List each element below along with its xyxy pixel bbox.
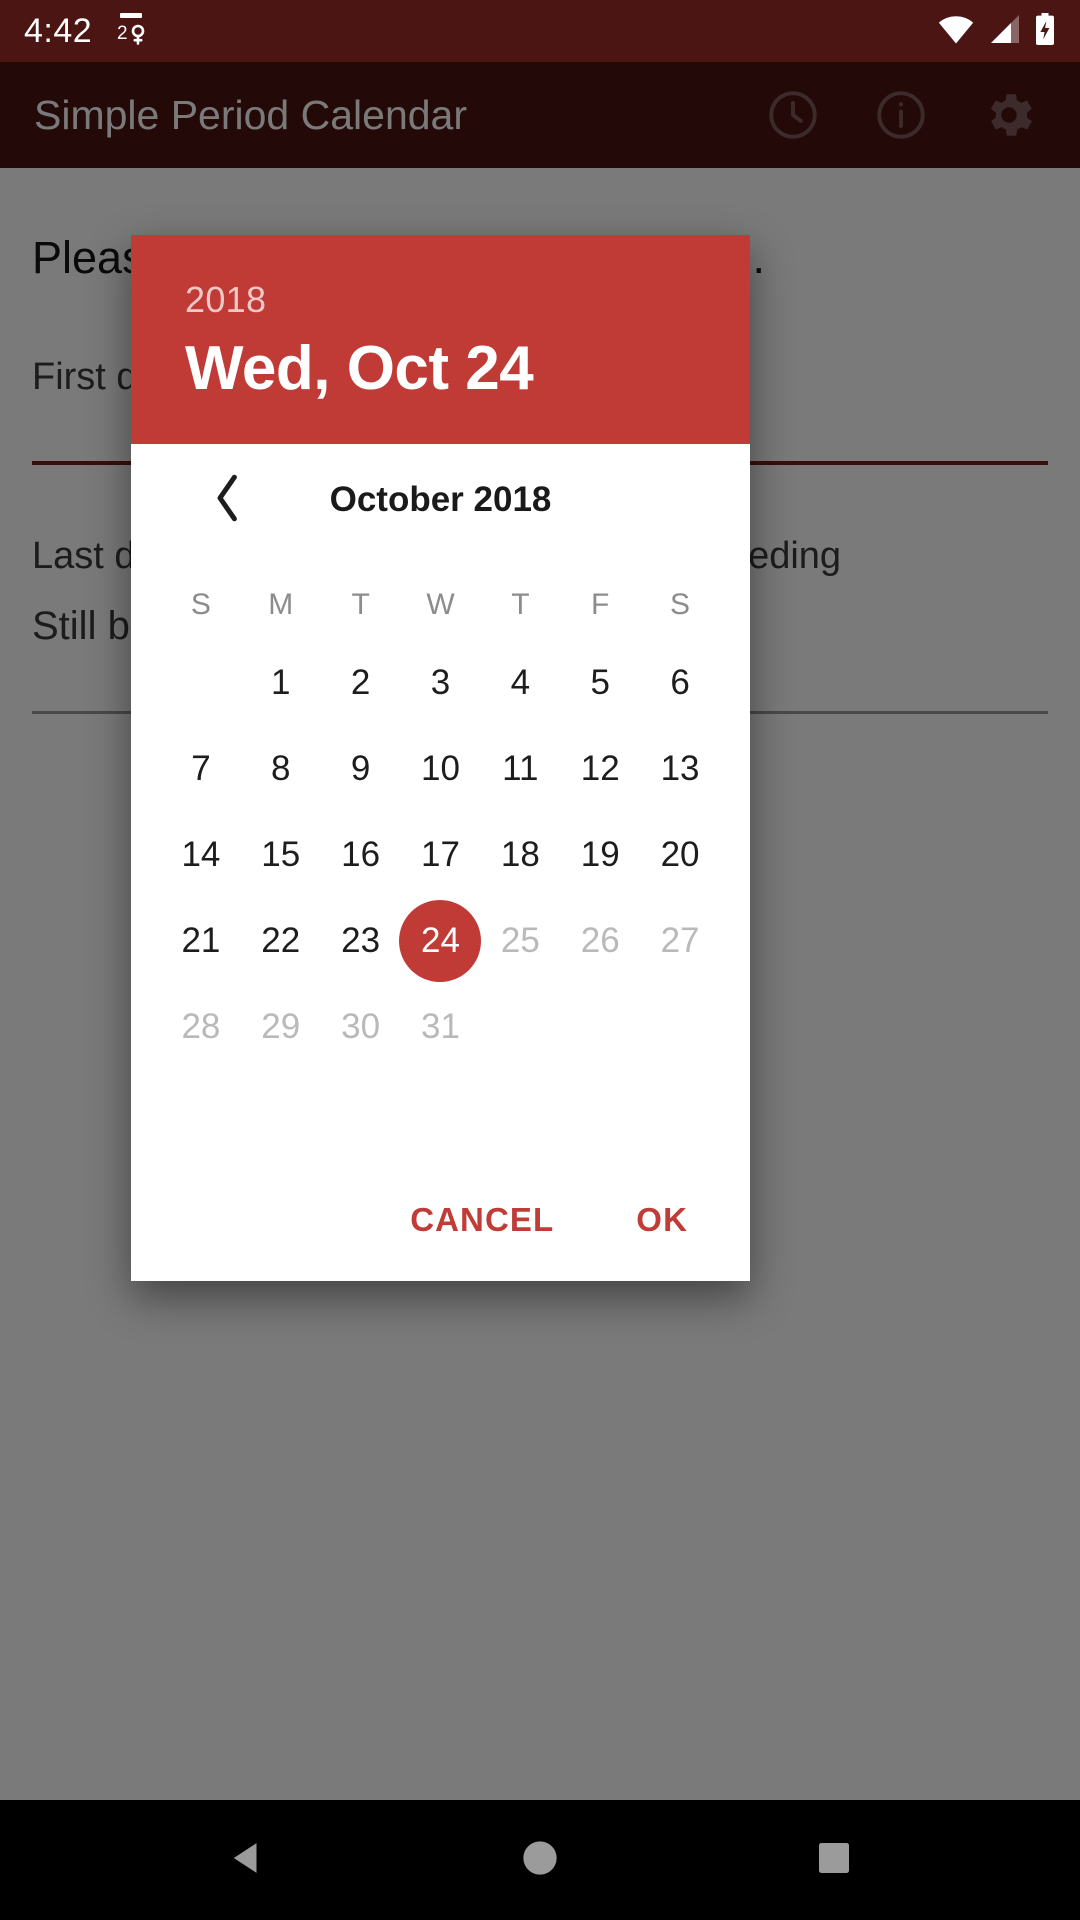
- day-number: 29: [261, 1007, 301, 1046]
- day-number: 13: [660, 749, 700, 788]
- date-picker-dialog: 2018 Wed, Oct 24 October 2018 SMTWTFS 12…: [131, 235, 750, 1281]
- day-number: 4: [510, 663, 531, 702]
- day-number: 21: [181, 921, 221, 960]
- day-number: 9: [350, 749, 371, 788]
- day-number: 23: [341, 921, 381, 960]
- day-cell[interactable]: 9: [321, 726, 401, 812]
- day-cell[interactable]: 4: [480, 640, 560, 726]
- day-cell[interactable]: 22: [241, 898, 321, 984]
- day-cell[interactable]: 20: [640, 812, 720, 898]
- day-number: 14: [181, 835, 221, 874]
- day-number: 31: [421, 1007, 460, 1046]
- weekday-cell: W: [426, 588, 455, 621]
- day-cell[interactable]: 14: [161, 812, 241, 898]
- month-navigation: October 2018: [153, 456, 728, 544]
- day-cell: 28: [161, 984, 241, 1070]
- day-cell[interactable]: 19: [560, 812, 640, 898]
- weekday-cell: T: [351, 588, 370, 621]
- day-cell[interactable]: 17: [401, 812, 481, 898]
- recents-square-icon: [816, 1840, 852, 1881]
- day-cell: 31: [401, 984, 481, 1070]
- weekday-header-row: SMTWTFS: [153, 588, 728, 622]
- day-grid: 1 2 3 4 5 6 7 8 9 10 11 12 13 14 15 16 17 18 19 20 21 22 23 24 2…: [153, 640, 728, 1070]
- period-tracker-notification-icon: 2: [114, 10, 148, 53]
- phone-screen: Simple Period Calendar: [0, 0, 1080, 1920]
- dialog-actions: CANCEL OK: [131, 1159, 750, 1281]
- battery-charging-icon: [1034, 12, 1056, 50]
- day-cell[interactable]: 21: [161, 898, 241, 984]
- weekday-cell: F: [591, 588, 610, 621]
- day-cell[interactable]: 11: [480, 726, 560, 812]
- day-number: 8: [271, 749, 291, 788]
- day-number: 2: [350, 663, 371, 702]
- day-cell[interactable]: 7: [161, 726, 241, 812]
- day-number: 1: [271, 663, 291, 702]
- selected-date[interactable]: Wed, Oct 24: [185, 333, 696, 404]
- weekday-cell: S: [190, 588, 211, 621]
- day-cell[interactable]: 10: [401, 726, 481, 812]
- weekday-cell: T: [511, 588, 530, 621]
- day-cell: 30: [321, 984, 401, 1070]
- weekday-cell: M: [268, 588, 294, 621]
- back-button[interactable]: [206, 1820, 286, 1900]
- day-number: 30: [341, 1007, 381, 1046]
- day-cell[interactable]: 3: [401, 640, 481, 726]
- weekday-cell: S: [670, 588, 691, 621]
- day-cell[interactable]: 1: [241, 640, 321, 726]
- day-cell-selected[interactable]: 24: [399, 898, 482, 984]
- day-number: 18: [500, 835, 540, 874]
- day-cell: 29: [241, 984, 321, 1070]
- chevron-left-icon: [211, 474, 245, 527]
- day-cell[interactable]: 12: [560, 726, 640, 812]
- day-number: 6: [670, 663, 690, 702]
- day-cell[interactable]: 13: [640, 726, 720, 812]
- ok-button[interactable]: OK: [622, 1191, 702, 1249]
- day-number: 10: [421, 749, 460, 788]
- day-cell: 26: [560, 898, 640, 984]
- day-number: 15: [261, 835, 301, 874]
- status-system-icons: [938, 12, 1056, 50]
- status-clock: 4:42: [24, 11, 93, 50]
- wifi-icon: [938, 14, 974, 49]
- cancel-button[interactable]: CANCEL: [396, 1191, 568, 1249]
- status-notification-icons: 2: [114, 10, 148, 53]
- day-cell[interactable]: 23: [321, 898, 401, 984]
- day-number: 28: [181, 1007, 221, 1046]
- day-cell[interactable]: 8: [241, 726, 321, 812]
- day-number: 26: [580, 921, 620, 960]
- day-number: 3: [430, 663, 451, 702]
- cellular-signal-icon: [988, 14, 1020, 49]
- day-cell[interactable]: 6: [640, 640, 720, 726]
- day-number: 12: [580, 749, 620, 788]
- day-cell[interactable]: 16: [321, 812, 401, 898]
- recents-button[interactable]: [794, 1820, 874, 1900]
- svg-text:2: 2: [117, 23, 128, 44]
- calendar-area: October 2018 SMTWTFS 1 2 3 4 5 6 7 8 9 10 11 12 13 14…: [131, 444, 750, 1281]
- home-button[interactable]: [500, 1820, 580, 1900]
- day-number: 7: [191, 749, 211, 788]
- day-cell[interactable]: 18: [480, 812, 560, 898]
- day-cell: 27: [640, 898, 720, 984]
- day-number: 5: [590, 663, 610, 702]
- home-circle-icon: [520, 1838, 560, 1883]
- day-cell: 25: [480, 898, 560, 984]
- day-number: 19: [580, 835, 620, 874]
- back-triangle-icon: [225, 1837, 267, 1884]
- day-cell[interactable]: 5: [560, 640, 640, 726]
- day-number: 24: [421, 921, 460, 960]
- day-cell[interactable]: 15: [241, 812, 321, 898]
- day-number: 22: [261, 921, 301, 960]
- prev-month-button[interactable]: [197, 469, 259, 531]
- day-number: 20: [660, 835, 700, 874]
- day-number: 17: [421, 835, 460, 874]
- status-bar: 4:42 2: [0, 0, 1080, 62]
- selected-year[interactable]: 2018: [185, 279, 696, 321]
- system-navigation-bar: [0, 1800, 1080, 1920]
- day-number: 16: [341, 835, 381, 874]
- day-number: 25: [500, 921, 540, 960]
- day-cell[interactable]: 2: [321, 640, 401, 726]
- day-number: 27: [660, 921, 700, 960]
- day-number: 11: [502, 749, 539, 788]
- date-picker-header: 2018 Wed, Oct 24: [131, 235, 750, 444]
